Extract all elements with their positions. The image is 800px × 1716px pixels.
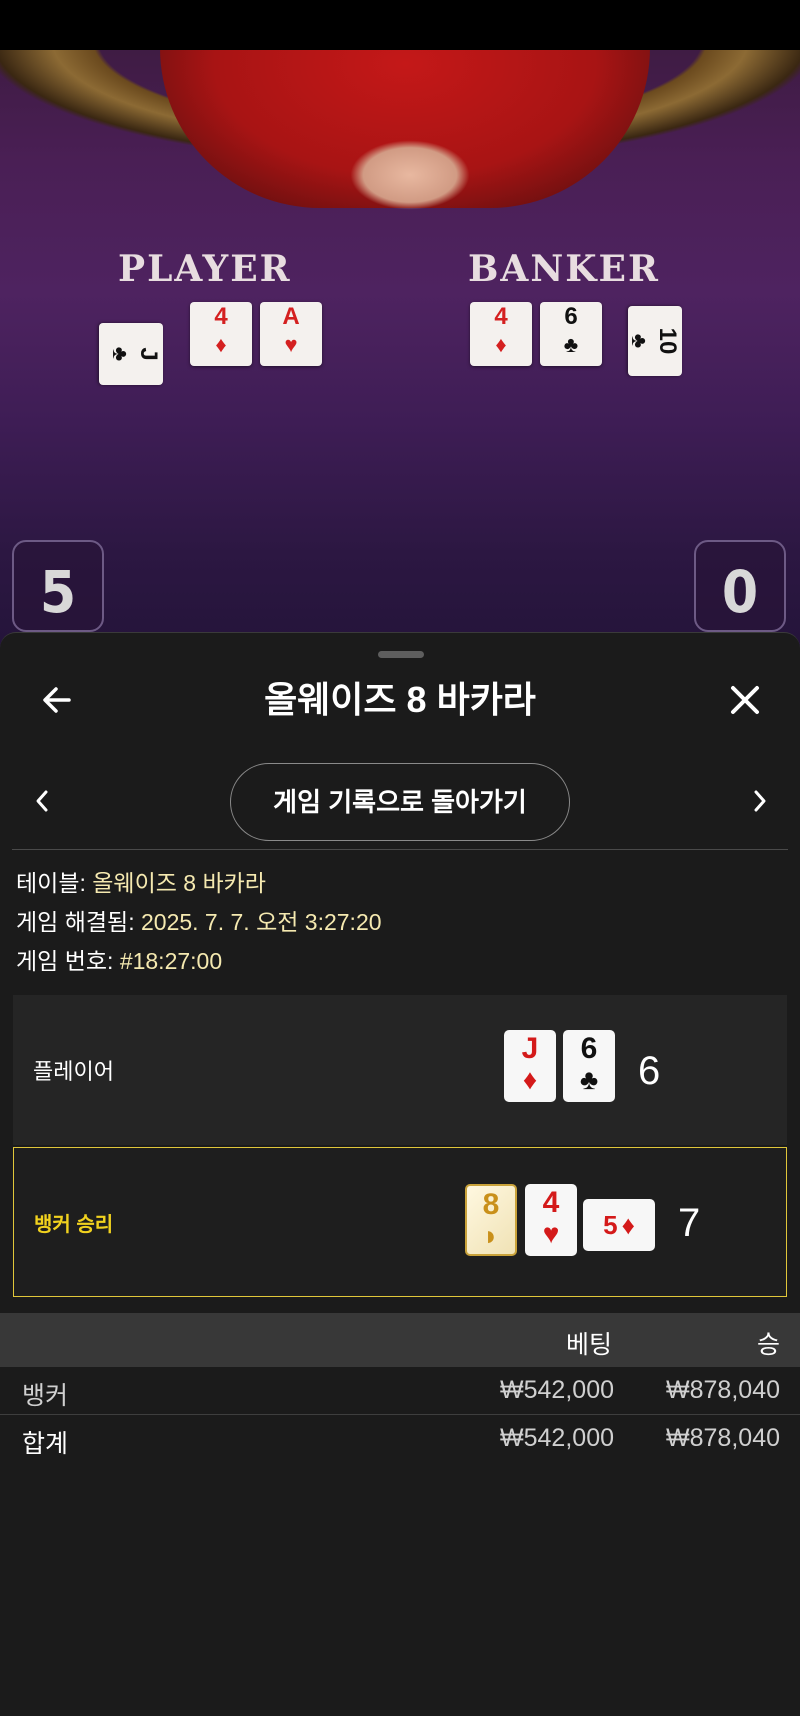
- bet-amount: ₩542,000: [500, 1376, 614, 1404]
- back-button[interactable]: [32, 675, 82, 725]
- bet-type: 뱅커: [22, 1382, 69, 1410]
- sheet-title: 올웨이즈 8 바카라: [264, 679, 536, 720]
- chevron-right-icon: [754, 790, 766, 812]
- felt-player-label: PLAYER: [118, 248, 292, 290]
- total-row: 합계 ₩542,000 ₩878,040: [0, 1417, 800, 1463]
- divider: [12, 849, 788, 850]
- game-detail-sheet: 올웨이즈 8 바카라 게임 기록으로 돌아가기 테이블: 올웨이즈 8 바카라 …: [0, 632, 800, 1716]
- total-bet: ₩542,000: [500, 1424, 614, 1452]
- chevron-left-icon: [36, 790, 48, 812]
- next-game-button[interactable]: [740, 781, 780, 821]
- resolved-info-key: 게임 해결됨:: [16, 909, 135, 935]
- close-button[interactable]: [720, 675, 770, 725]
- banker-card: 4 ♥: [525, 1184, 577, 1256]
- player-card: 6 ♣: [563, 1030, 615, 1102]
- table-info-key: 테이블:: [16, 870, 86, 896]
- bets-table-header: 베팅 승: [0, 1313, 800, 1367]
- banker-card-sideways: 5 ♦: [583, 1199, 655, 1251]
- banker-win-label: 뱅커 승리: [34, 1213, 114, 1236]
- player-total: 6: [638, 1049, 661, 1093]
- banker-score-box: 0: [694, 540, 786, 632]
- col-win-header: 승: [756, 1331, 780, 1359]
- player-card: J ♦: [504, 1030, 556, 1102]
- player-hand-label: 플레이어: [33, 1059, 114, 1084]
- banker-card-gold: 8 ◗: [465, 1184, 517, 1256]
- col-bet-header: 베팅: [565, 1331, 612, 1359]
- felt-player-card: J ♣: [99, 323, 163, 385]
- resolved-info: 게임 해결됨: 2025. 7. 7. 오전 3:27:20: [16, 906, 382, 938]
- felt-banker-card: 10 ♣: [627, 306, 682, 376]
- game-number-value: #18:27:00: [119, 948, 223, 974]
- player-hand-row: 플레이어 J ♦ 6 ♣ 6: [13, 995, 787, 1145]
- arrow-left-icon: [43, 687, 71, 713]
- dealer-hands: [350, 140, 470, 210]
- drag-handle[interactable]: [378, 651, 424, 658]
- felt-banker-label: BANKER: [468, 248, 660, 290]
- win-amount: ₩878,040: [666, 1376, 780, 1404]
- banker-hand-row: 뱅커 승리 8 ◗ 4 ♥ 5 ♦ 7: [13, 1147, 787, 1297]
- close-icon: [731, 686, 759, 714]
- player-score-box: 5: [12, 540, 104, 632]
- prev-game-button[interactable]: [22, 781, 62, 821]
- total-win: ₩878,040: [666, 1424, 780, 1452]
- game-number-key: 게임 번호:: [16, 948, 114, 974]
- game-number-info: 게임 번호: #18:27:00: [16, 945, 222, 977]
- resolved-info-value: 2025. 7. 7. 오전 3:27:20: [140, 909, 382, 935]
- moon-icon: ◗: [482, 1220, 500, 1251]
- status-bar: [0, 0, 800, 50]
- table-info-value: 올웨이즈 8 바카라: [92, 870, 266, 896]
- live-video: PLAYER BANKER J ♣ 4 ♦ A ♥ 4 ♦ 6 ♣ 10 ♣ 5 0: [0, 0, 800, 650]
- table-info: 테이블: 올웨이즈 8 바카라: [16, 867, 266, 899]
- felt-player-card: A ♥: [260, 302, 322, 366]
- felt-banker-card: 6 ♣: [540, 302, 602, 366]
- row-divider: [0, 1414, 800, 1415]
- table-row: 뱅커 ₩542,000 ₩878,040: [0, 1369, 800, 1415]
- banker-total: 7: [678, 1201, 701, 1245]
- total-label: 합계: [22, 1430, 69, 1458]
- back-to-history-button[interactable]: 게임 기록으로 돌아가기: [230, 763, 570, 841]
- felt-banker-card: 4 ♦: [470, 302, 532, 366]
- felt-player-card: 4 ♦: [190, 302, 252, 366]
